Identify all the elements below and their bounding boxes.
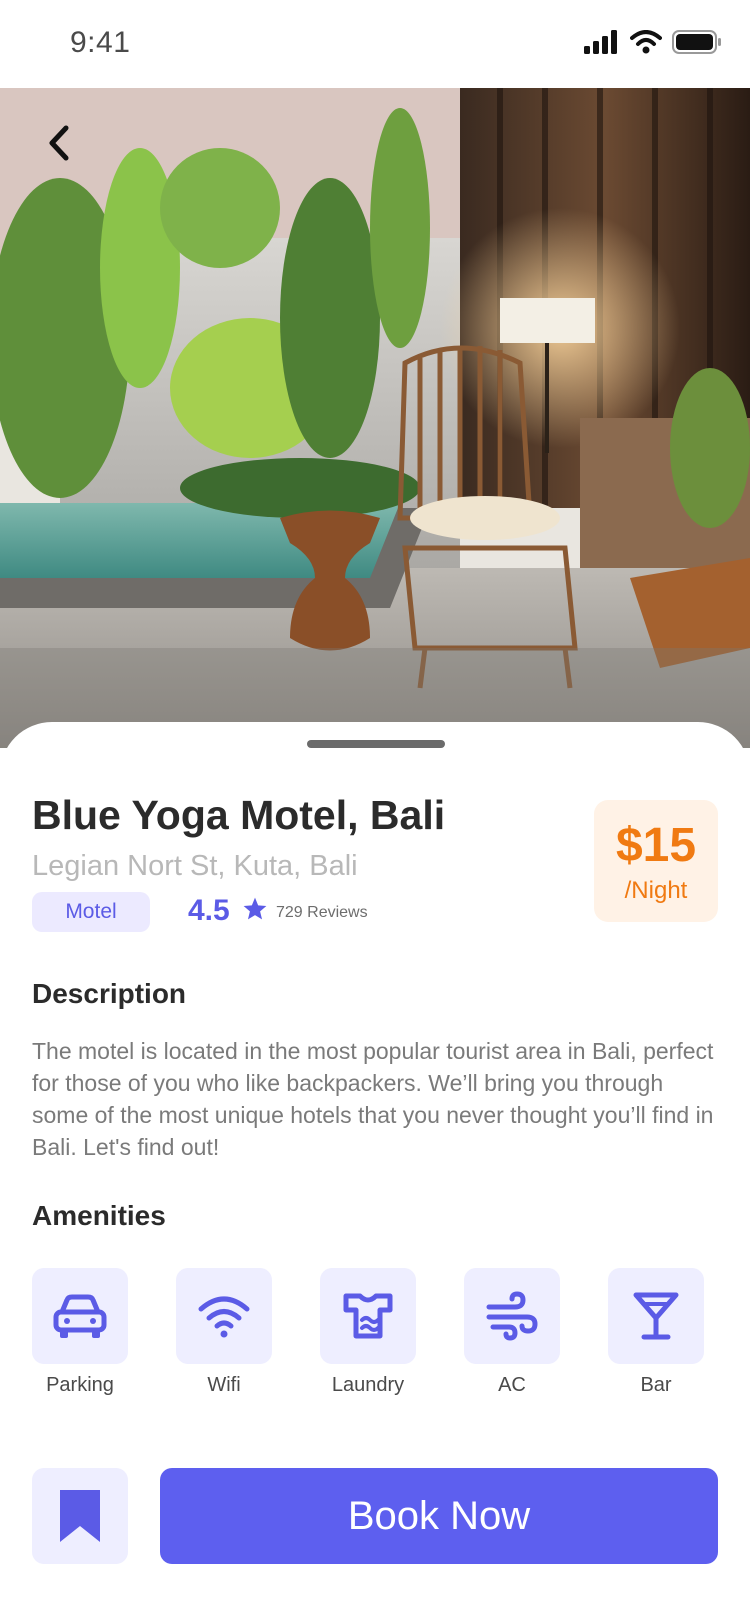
cocktail-icon <box>633 1292 679 1340</box>
price-card: $15 /Night <box>594 800 718 922</box>
amenity-tile <box>464 1268 560 1364</box>
rating-value: 4.5 <box>188 894 230 927</box>
amenity-tile <box>608 1268 704 1364</box>
amenities-heading: Amenities <box>32 1200 166 1231</box>
status-time: 9:41 <box>70 26 131 59</box>
amenity-label: Laundry <box>331 1374 405 1396</box>
car-icon <box>53 1294 107 1338</box>
listing-title: Blue Yoga Motel, Bali <box>32 792 446 838</box>
cellular-signal-icon <box>584 30 617 54</box>
amenity-label: Wifi <box>207 1374 241 1396</box>
battery-icon <box>672 30 721 54</box>
price-unit: /Night <box>624 877 688 904</box>
amenity-parking[interactable]: Parking <box>32 1268 128 1397</box>
amenity-laundry[interactable]: Laundry <box>320 1268 416 1397</box>
listing-address: Legian Nort St, Kuta, Bali <box>32 850 358 882</box>
amenities-list: Parking Wifi Laundry AC Bar <box>32 1268 720 1398</box>
amenity-tile <box>320 1268 416 1364</box>
book-now-button[interactable]: Book Now <box>160 1468 718 1564</box>
bookmark-icon <box>60 1490 100 1542</box>
chevron-left-icon <box>49 125 69 161</box>
hero-photo <box>0 88 750 748</box>
status-bar: 9:41 <box>0 0 750 88</box>
amenity-wifi[interactable]: Wifi <box>176 1268 272 1397</box>
reviews-count[interactable]: 729 Reviews <box>276 904 368 922</box>
status-icons <box>584 30 722 54</box>
wifi-icon <box>630 30 662 54</box>
description-text: The motel is located in the most popular… <box>32 1038 714 1160</box>
amenity-bar[interactable]: Bar <box>608 1268 704 1397</box>
amenity-label: Parking <box>46 1374 114 1396</box>
amenity-label: AC <box>498 1374 526 1396</box>
wind-icon <box>486 1291 538 1341</box>
wifi-icon <box>198 1296 250 1338</box>
amenity-label: Bar <box>640 1374 672 1396</box>
drag-handle[interactable] <box>307 740 445 748</box>
details-sheet: Blue Yoga Motel, Bali Legian Nort St, Ku… <box>0 722 750 1624</box>
bookmark-button[interactable] <box>32 1468 128 1564</box>
laundry-icon <box>343 1293 393 1339</box>
amenity-tile <box>32 1268 128 1364</box>
amenity-tile <box>176 1268 272 1364</box>
description-heading: Description <box>32 978 187 1009</box>
motel-room-photo <box>0 88 750 748</box>
star-icon <box>243 897 267 920</box>
price-amount: $15 <box>615 819 697 872</box>
back-button[interactable] <box>34 118 84 168</box>
amenity-ac[interactable]: AC <box>464 1268 560 1397</box>
type-badge: Motel <box>32 892 150 932</box>
